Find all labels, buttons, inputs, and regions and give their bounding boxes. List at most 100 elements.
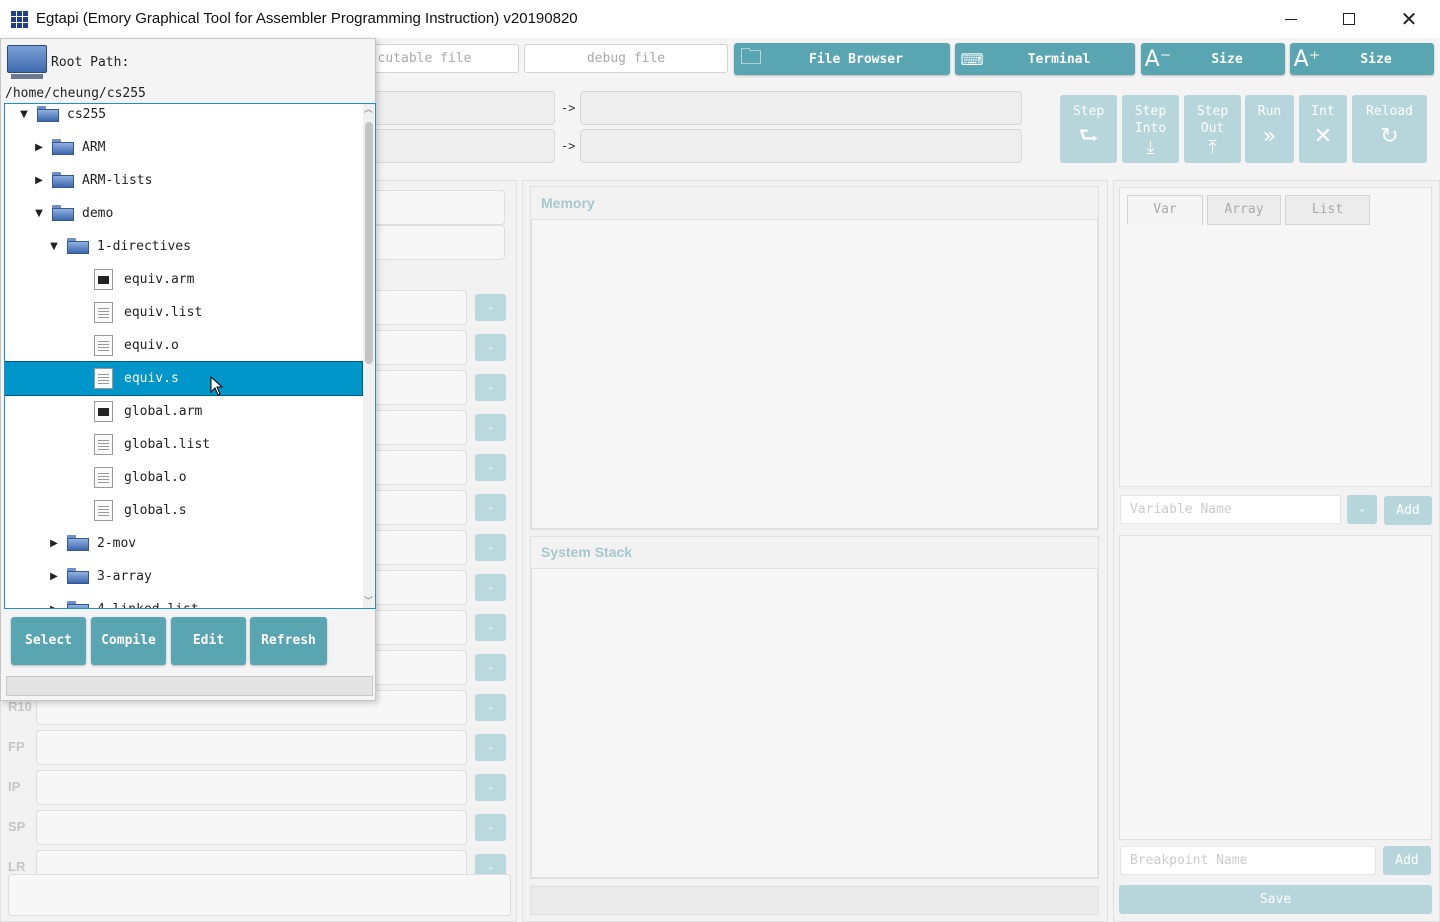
debug-file-field[interactable]: debug file — [524, 44, 728, 73]
select-button[interactable]: Select — [11, 617, 86, 665]
folder-icon — [52, 139, 74, 155]
root-path-label: Root Path: — [51, 55, 130, 70]
step-icon: ⮑ — [1078, 124, 1099, 149]
tab-var[interactable]: Var — [1127, 195, 1203, 225]
folder-icon — [67, 535, 89, 551]
arrow-label: -> — [561, 139, 576, 153]
console-field[interactable] — [8, 874, 511, 916]
collapse-arrow-icon[interactable]: ▼ — [17, 104, 31, 131]
tree-folder-1-directives[interactable]: ▼ 1-directives — [5, 230, 362, 263]
scroll-up-icon[interactable]: ︿ — [363, 104, 374, 116]
maximize-button[interactable] — [1320, 0, 1378, 38]
expand-arrow-icon[interactable]: ▶ — [32, 164, 46, 197]
tree-item-label: global.list — [124, 437, 211, 452]
tree-item-label: global.s — [124, 503, 187, 518]
interrupt-button[interactable]: Int ✕ — [1299, 95, 1347, 163]
folder-icon — [52, 205, 74, 221]
register-field-fp[interactable] — [36, 730, 467, 765]
file-browser-button[interactable]: 🗀 File Browser — [734, 43, 950, 75]
tree-file-global.arm[interactable]: global.arm — [5, 395, 362, 428]
source-path-field[interactable] — [370, 91, 555, 125]
refresh-button[interactable]: Refresh — [250, 617, 327, 665]
tree-file-global.o[interactable]: global.o — [5, 461, 362, 494]
save-button[interactable]: Save — [1119, 885, 1432, 914]
register-dropdown[interactable]: ⌄ — [475, 534, 506, 561]
register-dropdown-sp[interactable]: ⌄ — [475, 814, 506, 841]
minimize-button[interactable] — [1262, 0, 1320, 38]
middle-status-bar — [530, 886, 1099, 915]
scroll-thumb[interactable] — [365, 122, 373, 364]
register-dropdown[interactable]: ⌄ — [475, 414, 506, 441]
register-field-ip[interactable] — [36, 770, 467, 805]
stack-view[interactable] — [531, 568, 1098, 878]
tree-item-label: global.arm — [124, 404, 203, 419]
memory-view[interactable] — [531, 219, 1098, 529]
register-dropdown-ip[interactable]: ⌄ — [475, 774, 506, 801]
folder-icon — [67, 238, 89, 254]
register-dropdown[interactable]: ⌄ — [475, 494, 506, 521]
terminal-button[interactable]: ⌨ Terminal — [955, 43, 1135, 75]
tree-folder-cs255[interactable]: ▼ cs255 — [5, 104, 362, 131]
tree-folder-2-mov[interactable]: ▶ 2-mov — [5, 527, 362, 560]
expand-arrow-icon[interactable]: ▶ — [32, 131, 46, 164]
source-path-field-2[interactable] — [370, 129, 555, 163]
add-breakpoint-button[interactable]: Add — [1383, 846, 1431, 875]
add-variable-button[interactable]: Add — [1384, 496, 1432, 525]
tree-file-equiv.o[interactable]: equiv.o — [5, 329, 362, 362]
tab-list[interactable]: List — [1285, 195, 1370, 225]
expand-arrow-icon[interactable]: ▶ — [47, 560, 61, 593]
breakpoint-list-area[interactable] — [1119, 535, 1432, 840]
target-path-field-2[interactable] — [580, 129, 1022, 163]
register-dropdown-r10[interactable]: ⌄ — [475, 694, 506, 721]
register-dropdown[interactable]: ⌄ — [475, 614, 506, 641]
tree-file-equiv.arm[interactable]: equiv.arm — [5, 263, 362, 296]
close-button[interactable]: ✕ — [1380, 0, 1438, 38]
tree-scrollbar[interactable]: ︿ ﹀ — [363, 104, 374, 608]
tree-file-global.s[interactable]: global.s — [5, 494, 362, 527]
run-button[interactable]: Run » — [1245, 95, 1294, 163]
register-dropdown-fp[interactable]: ⌄ — [475, 734, 506, 761]
tree-folder-ARM[interactable]: ▶ ARM — [5, 131, 362, 164]
tree-folder-3-array[interactable]: ▶ 3-array — [5, 560, 362, 593]
register-dropdown[interactable]: ⌄ — [475, 454, 506, 481]
edit-button[interactable]: Edit — [171, 617, 246, 665]
variable-name-input[interactable]: Variable Name — [1120, 495, 1341, 524]
register-field-top[interactable] — [370, 190, 505, 225]
expand-arrow-icon[interactable]: ▶ — [47, 527, 61, 560]
tree-folder-demo[interactable]: ▼ demo — [5, 197, 362, 230]
tree-item-label: ARM-lists — [82, 173, 153, 188]
collapse-arrow-icon[interactable]: ▼ — [32, 197, 46, 230]
register-field-sp[interactable] — [36, 810, 467, 845]
tree-file-equiv.s[interactable]: equiv.s — [5, 361, 363, 396]
tab-array[interactable]: Array — [1207, 195, 1281, 225]
tree-file-equiv.list[interactable]: equiv.list — [5, 296, 362, 329]
tree-file-global.list[interactable]: global.list — [5, 428, 362, 461]
variable-type-dropdown[interactable]: ⌄ — [1347, 495, 1377, 524]
compile-button[interactable]: Compile — [91, 617, 166, 665]
step-into-button[interactable]: Step Into ⤓ — [1122, 95, 1179, 163]
register-field-top-2[interactable] — [370, 225, 505, 260]
register-label-fp: FP — [8, 739, 25, 754]
tree-item-label: 4-linked-list — [97, 593, 199, 608]
scroll-down-icon[interactable]: ﹀ — [363, 596, 374, 608]
executable-file-icon — [94, 401, 113, 422]
tree-folder-4-linked-list[interactable]: ▶ 4-linked-list — [5, 593, 362, 608]
register-dropdown[interactable]: ⌄ — [475, 374, 506, 401]
register-label-sp: SP — [8, 819, 26, 834]
size-increase-button[interactable]: A⁺ Size — [1290, 43, 1434, 75]
step-button[interactable]: Step ⮑ — [1060, 95, 1117, 163]
file-tree[interactable]: ▼ cs255 ▶ ARM ▶ ARM-lists ▼ demo ▼ 1-directives eq… — [4, 103, 376, 609]
register-dropdown[interactable]: ⌄ — [475, 294, 506, 321]
breakpoint-name-input[interactable]: Breakpoint Name — [1120, 846, 1376, 875]
register-dropdown[interactable]: ⌄ — [475, 574, 506, 601]
target-path-field[interactable] — [580, 91, 1022, 125]
collapse-arrow-icon[interactable]: ▼ — [47, 230, 61, 263]
step-out-button[interactable]: Step Out ⤒ — [1184, 95, 1241, 163]
tree-folder-ARM-lists[interactable]: ▶ ARM-lists — [5, 164, 362, 197]
register-dropdown[interactable]: ⌄ — [475, 334, 506, 361]
size-decrease-button[interactable]: A⁻ Size — [1141, 43, 1285, 75]
register-dropdown[interactable]: ⌄ — [475, 654, 506, 681]
expand-arrow-icon[interactable]: ▶ — [47, 593, 61, 608]
reload-button[interactable]: Reload ↻ — [1352, 95, 1427, 163]
window-title: Egtapi (Emory Graphical Tool for Assembl… — [36, 10, 578, 27]
